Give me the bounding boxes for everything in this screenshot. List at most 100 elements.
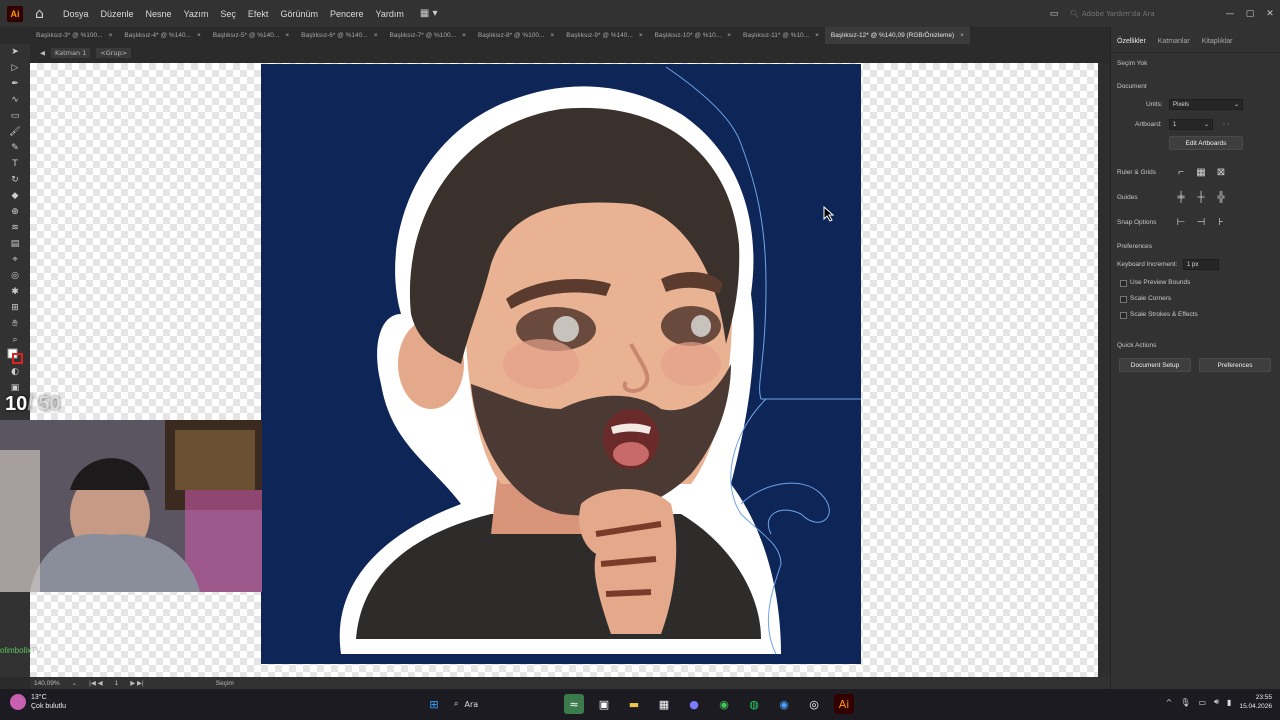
canvas-vertical-scrollbar[interactable] — [1098, 63, 1110, 677]
document-tab[interactable]: Başlıksız-4* @ %140... × — [118, 27, 206, 44]
document-tab[interactable]: Başlıksız-10* @ %10... × — [649, 27, 737, 44]
task-view-icon[interactable]: ▣ — [594, 694, 614, 714]
weather-widget[interactable]: 13°C Çok bulutlu — [10, 693, 66, 711]
scale-strokes-checkbox[interactable] — [1120, 312, 1127, 319]
file-explorer-icon[interactable]: ▬ — [624, 694, 644, 714]
shape-builder-tool-icon[interactable]: ⊕ — [0, 204, 30, 220]
help-search[interactable]: 🔍︎ Adobe Yardım'da Ara — [1070, 7, 1180, 21]
back-arrow-icon[interactable]: ◀ — [40, 49, 45, 57]
show-guides-icon[interactable]: ╪ — [1175, 191, 1187, 203]
close-icon[interactable]: × — [550, 32, 554, 39]
curvature-tool-icon[interactable]: ∿ — [0, 92, 30, 108]
breadcrumb-group[interactable]: <Grup> — [96, 48, 132, 58]
preferences-button[interactable]: Preferences — [1199, 358, 1271, 372]
gradient-tool-icon[interactable]: ▤ — [0, 236, 30, 252]
snap-to-pixel-icon[interactable]: ⊣ — [1195, 216, 1207, 228]
hand-tool-icon[interactable]: ✋︎ — [0, 316, 30, 332]
spotify-icon[interactable]: ◍ — [744, 694, 764, 714]
clock[interactable]: 23:55 15.04.2026 — [1239, 693, 1272, 711]
artboard-number[interactable]: 1 — [115, 680, 119, 687]
document-tab[interactable]: Başlıksız-3* @ %100... × — [30, 27, 118, 44]
document-tab[interactable]: Başlıksız-9* @ %140... × — [560, 27, 648, 44]
arrange-docs-icon[interactable]: ▭ — [1044, 9, 1064, 19]
close-icon[interactable]: × — [727, 32, 731, 39]
document-tab[interactable]: Başlıksız-12* @ %140,09 (RGB/Önizleme) × — [824, 27, 970, 44]
maximize-button[interactable]: ▢ — [1240, 9, 1260, 19]
close-icon[interactable]: × — [197, 32, 201, 39]
volume-icon[interactable]: 🔊︎ — [1214, 697, 1219, 707]
zoom-tool-icon[interactable]: ⌕ — [0, 332, 30, 348]
browser-icon[interactable]: ◉ — [774, 694, 794, 714]
paintbrush-tool-icon[interactable]: 🖌︎ — [0, 124, 30, 140]
document-tab[interactable]: Başlıksız-11* @ %10... × — [737, 27, 825, 44]
tab-libraries[interactable]: Kitaplıklar — [1202, 38, 1233, 52]
artboard-select[interactable]: 1 ⌄ — [1169, 119, 1213, 130]
battery-icon[interactable]: ▮ — [1227, 698, 1231, 707]
transparency-grid-icon[interactable]: ⊠ — [1215, 166, 1227, 178]
use-preview-bounds-checkbox[interactable] — [1120, 280, 1127, 287]
workspace-layout-icon[interactable]: ▦ ▾ — [420, 8, 438, 19]
breadcrumb-layer[interactable]: Katman 1 — [51, 48, 91, 58]
tab-properties[interactable]: Özellikler — [1117, 38, 1146, 52]
taskbar-search[interactable]: ⌕ Ara — [454, 699, 554, 709]
artboard-tool-icon[interactable]: ⊞ — [0, 300, 30, 316]
discord-icon[interactable]: ● — [684, 694, 704, 714]
smart-guides-icon[interactable]: ╬ — [1215, 191, 1227, 203]
artboard-nav-prev-icon[interactable]: |◀ ◀ — [89, 679, 103, 687]
document-tab[interactable]: Başlıksız-8* @ %100... × — [472, 27, 560, 44]
menu-type[interactable]: Yazım — [184, 9, 209, 19]
home-icon[interactable]: ⌂ — [35, 7, 49, 21]
store-icon[interactable]: ▦ — [654, 694, 674, 714]
snap-to-point-icon[interactable]: ⊢ — [1175, 216, 1187, 228]
rectangle-tool-icon[interactable]: ▭ — [0, 108, 30, 124]
document-setup-button[interactable]: Document Setup — [1119, 358, 1191, 372]
snap-to-glyph-icon[interactable]: ⊦ — [1215, 216, 1227, 228]
artboard-nav-next-icon[interactable]: ▶ ▶| — [130, 679, 144, 687]
ruler-icon[interactable]: ⌐ — [1175, 166, 1187, 178]
pen-tool-icon[interactable]: ✒ — [0, 76, 30, 92]
menu-effect[interactable]: Efekt — [248, 9, 269, 19]
blend-tool-icon[interactable]: ◎ — [0, 268, 30, 284]
artboard[interactable] — [261, 64, 861, 664]
selection-tool-icon[interactable]: ➤ — [0, 44, 30, 60]
obs-icon[interactable]: ◎ — [804, 694, 824, 714]
menu-object[interactable]: Nesne — [146, 9, 172, 19]
draw-modes-icon[interactable]: ◐ — [0, 364, 30, 380]
microphone-icon[interactable]: 🎙︎ — [1180, 698, 1190, 707]
scale-corners-checkbox[interactable] — [1120, 296, 1127, 303]
symbol-sprayer-tool-icon[interactable]: ✱ — [0, 284, 30, 300]
menu-window[interactable]: Pencere — [330, 9, 364, 19]
close-icon[interactable]: × — [639, 32, 643, 39]
document-tab[interactable]: Başlıksız-7* @ %100... × — [384, 27, 472, 44]
edit-artboards-button[interactable]: Edit Artboards — [1169, 136, 1243, 150]
rotate-tool-icon[interactable]: ↻ — [0, 172, 30, 188]
display-icon[interactable]: ▭ — [1198, 698, 1206, 707]
document-tab[interactable]: Başlıksız-5* @ %140... × — [207, 27, 295, 44]
minimize-button[interactable]: — — [1220, 9, 1240, 19]
widgets-icon[interactable]: ≈ — [564, 694, 584, 714]
grid-icon[interactable]: ▦ — [1195, 166, 1207, 178]
menu-select[interactable]: Seç — [220, 9, 236, 19]
eraser-tool-icon[interactable]: ◆ — [0, 188, 30, 204]
direct-selection-tool-icon[interactable]: ▷ — [0, 60, 30, 76]
zoom-level[interactable]: 140,09% — [34, 680, 60, 687]
close-icon[interactable]: × — [815, 32, 819, 39]
close-window-button[interactable]: ✕ — [1260, 9, 1280, 19]
document-tab[interactable]: Başlıksız-6* @ %140... × — [295, 27, 383, 44]
chevron-up-icon[interactable]: ^ — [1166, 698, 1173, 707]
tab-layers[interactable]: Katmanlar — [1158, 38, 1190, 52]
menu-file[interactable]: Dosya — [63, 9, 89, 19]
artboard-nav-arrows-icon[interactable]: ‹ › — [1223, 121, 1229, 128]
width-tool-icon[interactable]: ≋ — [0, 220, 30, 236]
menu-view[interactable]: Görünüm — [280, 9, 318, 19]
close-icon[interactable]: × — [960, 32, 964, 39]
type-tool-icon[interactable]: T — [0, 156, 30, 172]
chrome-icon[interactable]: ◉ — [714, 694, 734, 714]
keyboard-increment-input[interactable]: 1 px — [1183, 259, 1219, 270]
close-icon[interactable]: × — [374, 32, 378, 39]
fill-stroke-icon[interactable] — [0, 348, 30, 364]
close-icon[interactable]: × — [462, 32, 466, 39]
menu-help[interactable]: Yardım — [376, 9, 404, 19]
illustrator-taskbar-icon[interactable]: Ai — [834, 694, 854, 714]
eyedropper-tool-icon[interactable]: ⌖ — [0, 252, 30, 268]
